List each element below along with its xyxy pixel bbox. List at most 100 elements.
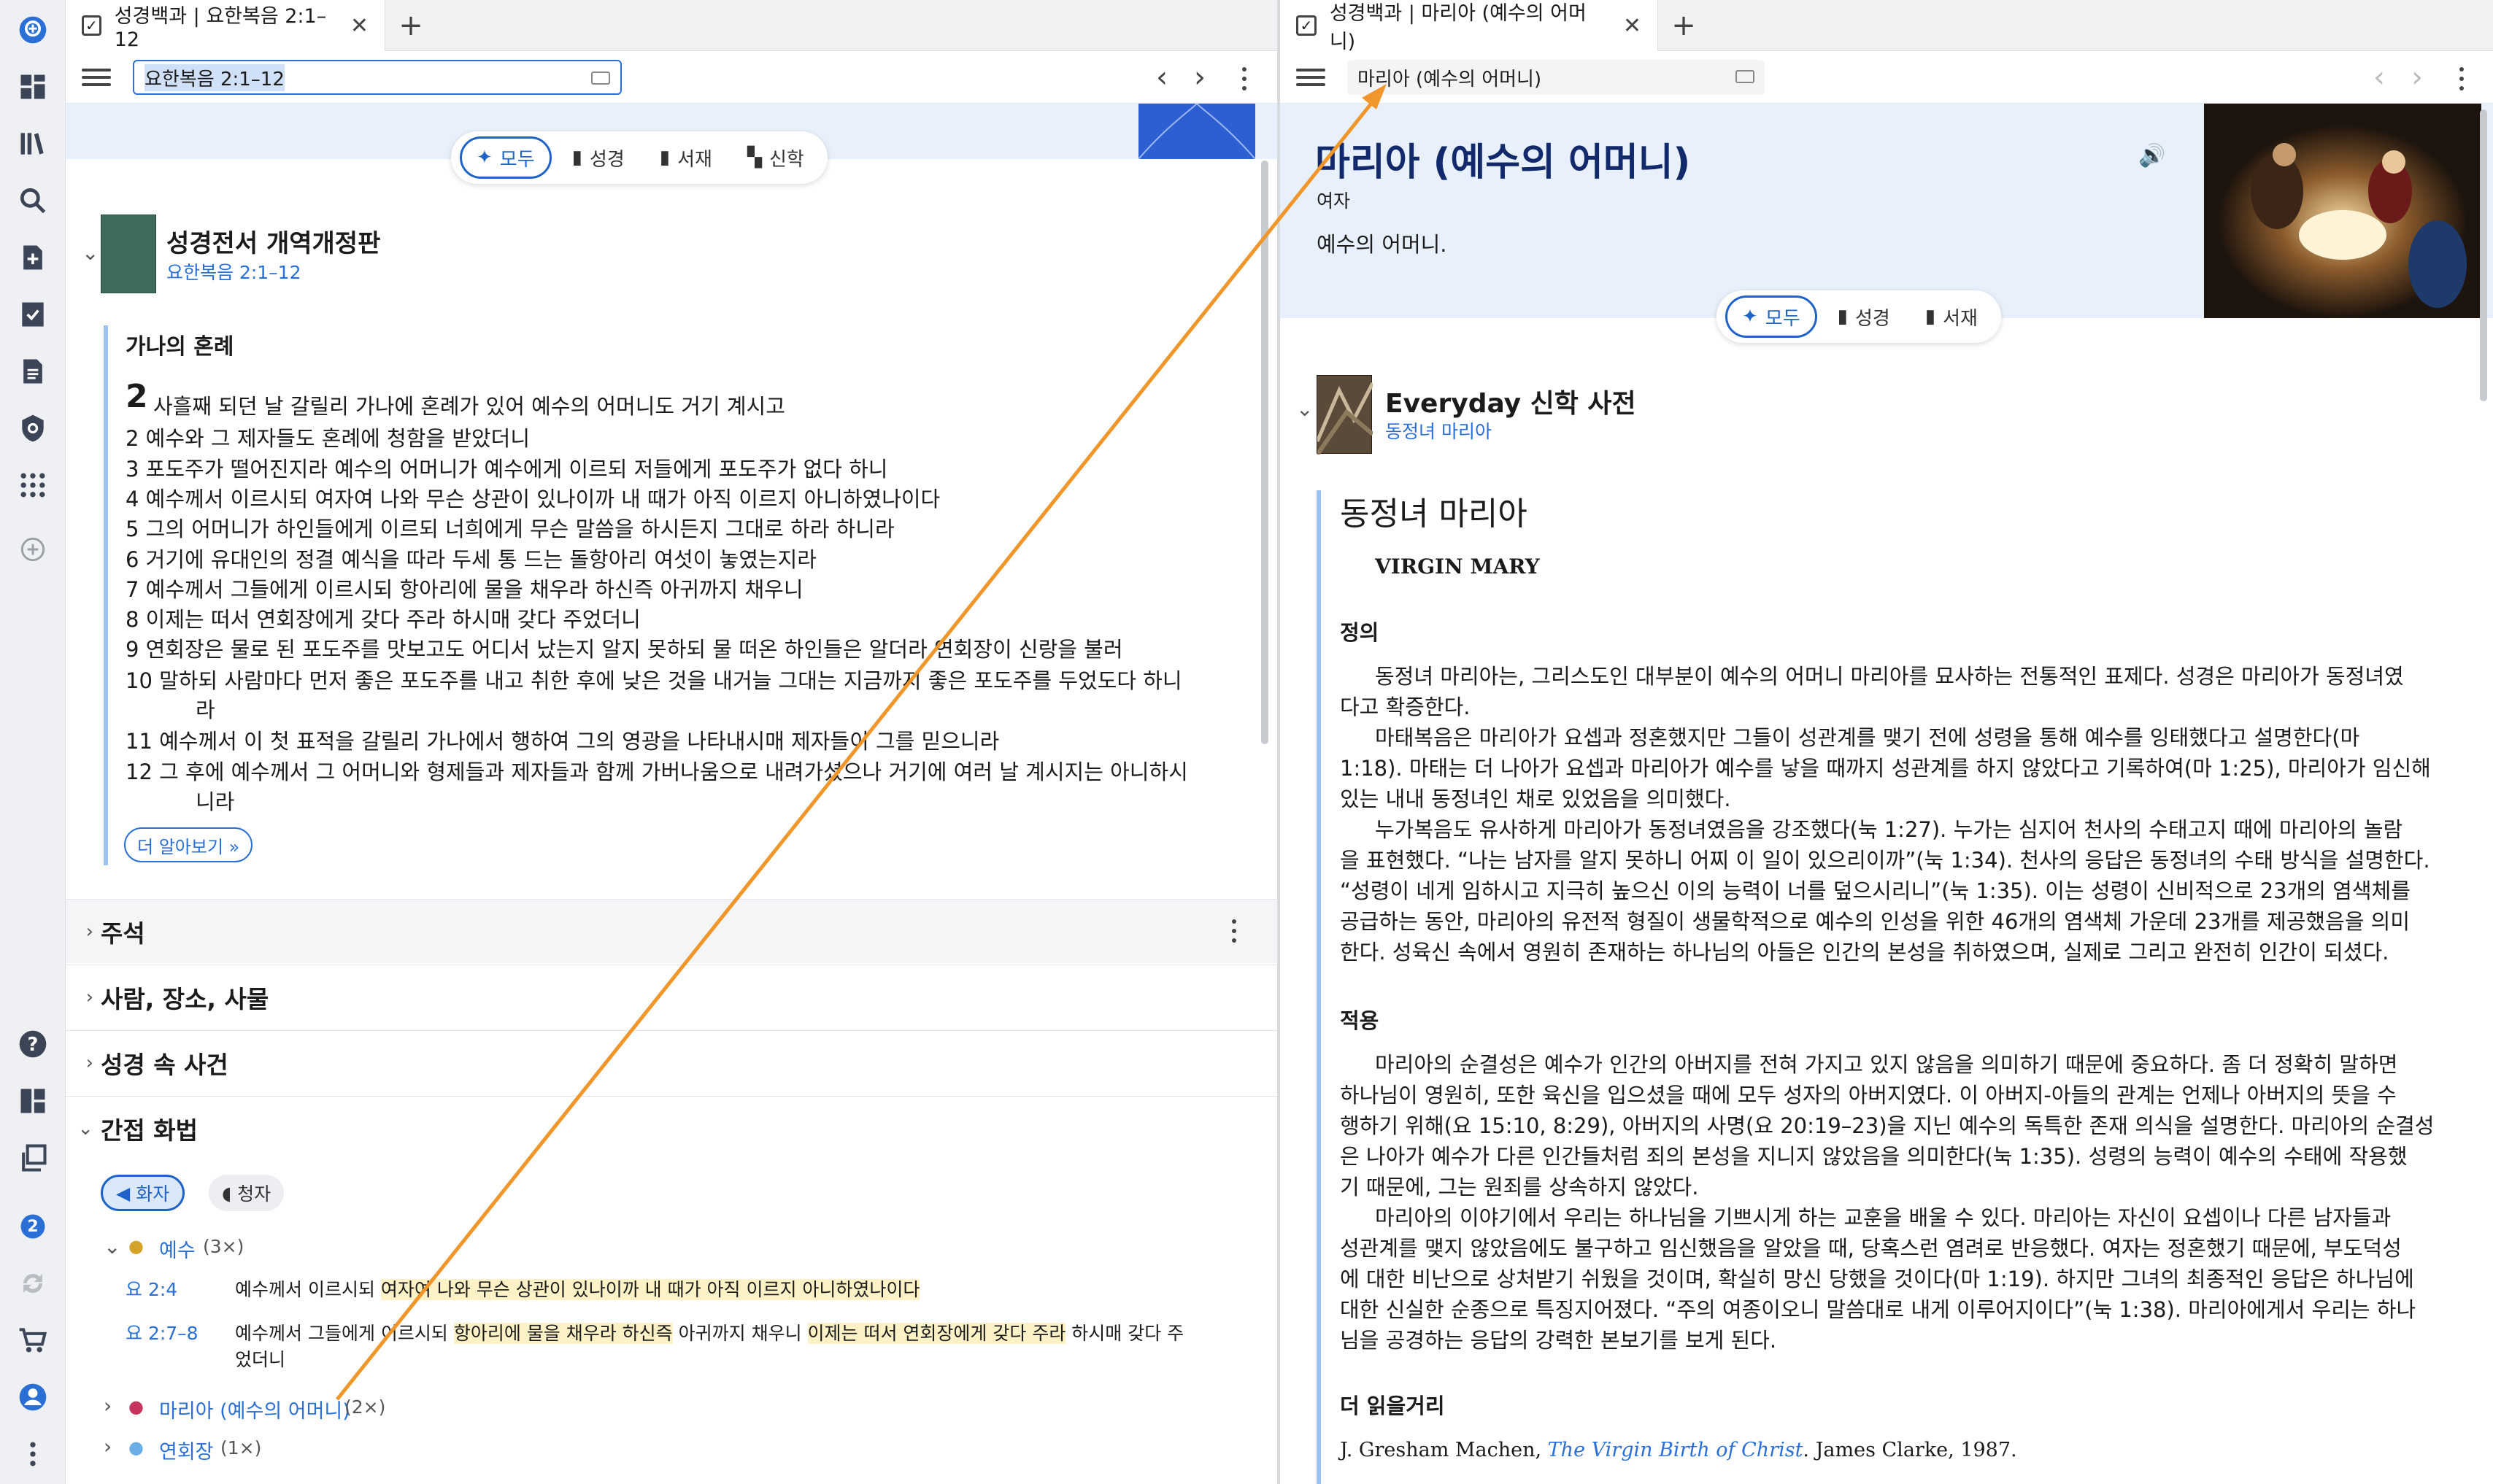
add-doc-icon[interactable] — [15, 239, 51, 276]
speaker-mary-count: (2×) — [344, 1396, 386, 1418]
right-scrollbar[interactable] — [2480, 109, 2487, 401]
speaker-jesus-link[interactable]: 예수 — [159, 1234, 196, 1263]
resource-reference-link[interactable]: 요한복음 2:1–12 — [166, 258, 301, 285]
app-line-2: 하나님이 영원히, 또한 육신을 입으셨을 때에 모두 성자의 아버지였다. 이… — [1340, 1083, 2397, 1108]
tab-left[interactable]: ✓ 성경백과 | 요한복음 2:1–12 ✕ — [66, 0, 385, 51]
filter-library[interactable]: ▮ 서재 — [1911, 295, 1992, 338]
help-icon[interactable]: ? — [15, 1026, 51, 1062]
more-options-icon[interactable] — [2451, 64, 2473, 93]
listener-icon: ◖ — [222, 1182, 232, 1204]
close-icon[interactable]: ✕ — [350, 13, 369, 39]
resource-title: Everyday 신학 사전 — [1385, 389, 1636, 419]
logos-icon[interactable] — [15, 12, 51, 48]
verse-5: 5 그의 어머니가 하인들에게 이르되 너희에게 무슨 말씀을 하시든지 그대로… — [126, 517, 895, 541]
sync-icon[interactable] — [15, 1265, 51, 1302]
verse-10: 10 말하되 사람마다 먼저 좋은 포도주를 내고 취한 후에 낮은 것을 내거… — [126, 668, 1182, 693]
new-tab-button[interactable]: + — [1665, 7, 1702, 44]
more-icon[interactable] — [15, 1436, 51, 1472]
filter-bible[interactable]: ▮ 성경 — [558, 136, 639, 179]
def-line-10: 한다. 성육신 속에서 영원히 존재하는 하나님의 아들은 인간의 본성을 취하… — [1340, 940, 2389, 965]
collapse-chevron-icon[interactable]: ⌄ — [82, 241, 99, 265]
filter-bible[interactable]: ▮ 성경 — [1823, 295, 1905, 338]
resource-title: 성경전서 개역개정판 — [166, 229, 381, 258]
right-tab-bar: ✓ 성경백과 | 마리아 (예수의 어머니) ✕ + — [1280, 0, 2493, 53]
person-icon: ● — [128, 1396, 144, 1417]
more-options-icon[interactable] — [1233, 64, 1255, 93]
back-button[interactable]: ‹ — [1146, 61, 1178, 93]
apps-icon[interactable] — [15, 467, 51, 503]
filter-all[interactable]: ✦ 모두 — [1725, 295, 1817, 338]
menu-icon[interactable] — [1296, 64, 1325, 90]
checklist-icon[interactable] — [15, 296, 51, 333]
search-icon[interactable] — [15, 182, 51, 219]
verse-11: 11 예수께서 이 첫 표적을 갈릴리 가나에서 행하여 그의 영광을 나타내시… — [126, 729, 1000, 754]
shield-icon[interactable] — [15, 410, 51, 447]
tab-right[interactable]: ✓ 성경백과 | 마리아 (예수의 어머니) ✕ — [1280, 0, 1658, 53]
sparkle-icon: ✦ — [1742, 306, 1758, 328]
right-panel: ✓ 성경백과 | 마리아 (예수의 어머니) ✕ + 마리아 (예수의 어머니)… — [1280, 0, 2493, 1484]
forward-button[interactable]: › — [1184, 61, 1216, 93]
forward-button[interactable]: › — [2401, 61, 2433, 93]
filter-library[interactable]: ▮ 서재 — [645, 136, 727, 179]
speaker-jesus-count: (3×) — [203, 1236, 244, 1257]
listener-tab[interactable]: ◖ 청자 — [209, 1175, 285, 1211]
book-icon: ▮ — [659, 147, 671, 169]
document-icon[interactable] — [15, 353, 51, 390]
collapsed-chevron-icon[interactable]: › — [104, 1394, 112, 1418]
new-tab-button[interactable]: + — [393, 7, 429, 44]
copy-icon[interactable] — [15, 1140, 51, 1176]
user-icon[interactable] — [15, 1379, 51, 1415]
section-more-icon[interactable] — [1223, 916, 1245, 946]
layout-icon[interactable] — [15, 1083, 51, 1119]
entry-gender: 여자 — [1317, 190, 1351, 212]
learn-more-button[interactable]: 더 알아보기 » — [124, 827, 253, 862]
dictionary-cover-image — [1315, 375, 1375, 456]
menu-icon[interactable] — [82, 64, 111, 90]
quote-ref-2[interactable]: 요 2:7–8 — [126, 1319, 199, 1345]
app-line-8: 에 대한 비난으로 상처받기 쉬웠을 것이며, 확실히 망신 당했을 것이다(마… — [1340, 1267, 2414, 1291]
keyboard-icon[interactable] — [1735, 70, 1754, 83]
keyboard-icon[interactable] — [591, 72, 610, 85]
svg-text:?: ? — [28, 1034, 39, 1056]
filter-theology[interactable]: ▚ 신학 — [733, 136, 819, 179]
close-icon[interactable]: ✕ — [1623, 13, 1641, 39]
book-link[interactable]: The Virgin Birth of Christ — [1548, 1439, 1803, 1461]
speaker-audio-icon[interactable]: 🔊 — [2138, 143, 2165, 169]
left-scrollbar[interactable] — [1261, 161, 1268, 744]
expand-chevron-icon[interactable]: ⌄ — [104, 1234, 120, 1259]
checklist-icon: ✓ — [82, 15, 101, 36]
filter-all[interactable]: ✦ 모두 — [460, 136, 552, 179]
book-icon: ▮ — [1924, 306, 1936, 328]
heading-application: 적용 — [1340, 1008, 1379, 1033]
verse-1: 사흘째 되던 날 갈릴리 가나에 혼례가 있어 예수의 어머니도 거기 계시고 — [153, 394, 785, 419]
app-window: ? 2 ✓ 성경백과 | 요한복음 2:1–12 ✕ + 요한복음 2:1–12… — [0, 0, 2493, 1484]
section-commentary[interactable]: › 주석 — [66, 899, 1277, 963]
def-line-3: 마태복음은 마리아가 요셉과 정혼했지만 그들이 성관계를 맺기 전에 성령을 … — [1375, 725, 2360, 750]
speaker-master-count: (1×) — [220, 1437, 262, 1458]
blocks-icon: ▚ — [747, 147, 762, 169]
app-line-10: 님을 공경하는 응답의 강력한 본보기를 보게 된다. — [1340, 1328, 1777, 1353]
collapse-chevron-icon[interactable]: ⌄ — [1296, 397, 1313, 421]
cart-icon[interactable] — [15, 1322, 51, 1359]
section-reported-speech[interactable]: ⌄ 간접 화법 — [66, 1096, 1277, 1160]
address-input[interactable]: 마리아 (예수의 어머니) — [1347, 60, 1765, 95]
collapsed-chevron-icon[interactable]: › — [104, 1434, 112, 1458]
quote-ref-1[interactable]: 요 2:4 — [126, 1275, 177, 1302]
speaker-mary-link[interactable]: 마리아 (예수의 어머니) — [159, 1395, 350, 1423]
speaker-tab[interactable]: ◀ 화자 — [101, 1175, 185, 1211]
speaker-master-of-feast-link[interactable]: 연회장 — [159, 1436, 214, 1464]
quote-2-cont: 었더니 — [235, 1349, 286, 1370]
dashboard-icon[interactable] — [15, 69, 51, 105]
tab-title: 성경백과 | 요한복음 2:1–12 — [114, 5, 327, 51]
library-icon[interactable] — [15, 125, 51, 162]
section-people-places[interactable]: › 사람, 장소, 사물 — [66, 965, 1277, 1029]
back-button[interactable]: ‹ — [2363, 61, 2395, 93]
heading-definition: 정의 — [1340, 620, 1379, 645]
verse-12: 12 그 후에 예수께서 그 어머니와 형제들과 제자들과 함께 가버나움으로 … — [126, 760, 1188, 784]
app-line-5: 기 때문에, 그는 원죄를 상속하지 않았다. — [1340, 1175, 1699, 1199]
resource-subtitle-link[interactable]: 동정녀 마리아 — [1385, 417, 1492, 444]
address-input[interactable]: 요한복음 2:1–12 — [133, 60, 622, 95]
notification-badge[interactable]: 2 — [15, 1208, 51, 1245]
add-circle-icon[interactable] — [15, 531, 51, 568]
section-events[interactable]: › 성경 속 사건 — [66, 1030, 1277, 1094]
